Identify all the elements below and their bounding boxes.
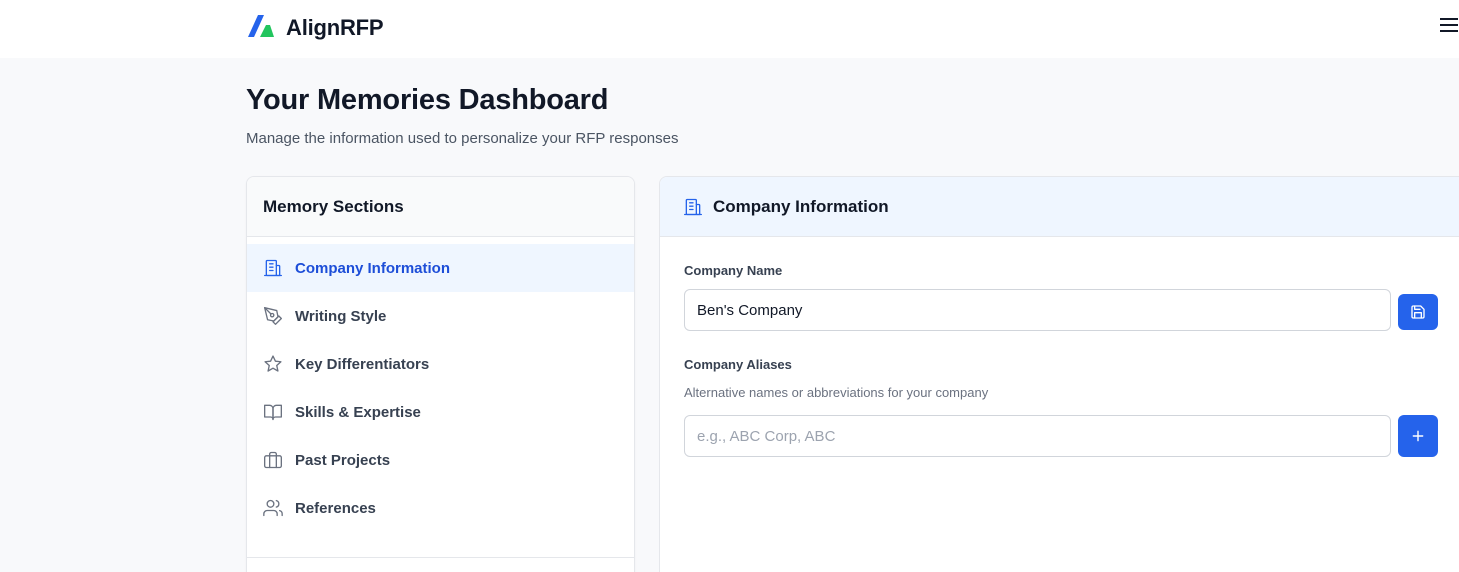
top-navbar: AlignRFP — [0, 0, 1459, 58]
memory-sections-list: Company Information Writing Style Key Di… — [247, 237, 634, 532]
company-information-panel: Company Information Company Name Company… — [659, 176, 1459, 572]
building-icon — [263, 258, 283, 278]
sidebar-item-label: Company Information — [295, 259, 451, 277]
company-aliases-help: Alternative names or abbreviations for y… — [684, 385, 989, 400]
save-company-name-button[interactable] — [1398, 294, 1438, 330]
memory-sections-title: Memory Sections — [263, 196, 404, 216]
company-alias-input[interactable] — [684, 415, 1391, 457]
add-alias-button[interactable] — [1398, 415, 1438, 457]
section-title: Company Information — [713, 196, 889, 216]
sidebar-item-references[interactable]: References — [247, 484, 634, 532]
company-aliases-label: Company Aliases — [684, 357, 792, 372]
sidebar-item-label: Skills & Expertise — [295, 403, 421, 421]
briefcase-icon — [263, 450, 283, 470]
sidebar-item-label: Past Projects — [295, 451, 391, 469]
sidebar-item-key-differentiators[interactable]: Key Differentiators — [247, 340, 634, 388]
company-name-label: Company Name — [684, 263, 783, 278]
sidebar-item-label: Writing Style — [295, 307, 387, 325]
panel-divider — [247, 557, 634, 558]
book-open-icon — [263, 402, 283, 422]
brand-logo-icon — [246, 13, 278, 44]
sidebar-item-skills-expertise[interactable]: Skills & Expertise — [247, 388, 634, 436]
sidebar-item-company-information[interactable]: Company Information — [247, 244, 634, 292]
building-icon — [683, 197, 703, 217]
brand-logo-link[interactable]: AlignRFP — [246, 13, 384, 44]
pen-tool-icon — [263, 306, 283, 326]
memory-sections-header: Memory Sections — [247, 177, 634, 237]
memory-sections-panel: Memory Sections Company Information Writ… — [246, 176, 635, 572]
sidebar-item-label: Key Differentiators — [295, 355, 430, 373]
company-information-header: Company Information — [660, 177, 1459, 237]
company-name-input[interactable] — [684, 289, 1391, 331]
sidebar-item-label: References — [295, 499, 376, 517]
page-subtitle: Manage the information used to personali… — [246, 130, 679, 147]
brand-name: AlignRFP — [286, 15, 384, 40]
plus-icon — [1411, 429, 1425, 443]
save-icon — [1410, 304, 1426, 320]
sidebar-item-writing-style[interactable]: Writing Style — [247, 292, 634, 340]
users-icon — [263, 498, 283, 518]
hamburger-menu-icon[interactable] — [1438, 14, 1459, 36]
page-title: Your Memories Dashboard — [246, 84, 609, 116]
star-icon — [263, 354, 283, 374]
sidebar-item-past-projects[interactable]: Past Projects — [247, 436, 634, 484]
